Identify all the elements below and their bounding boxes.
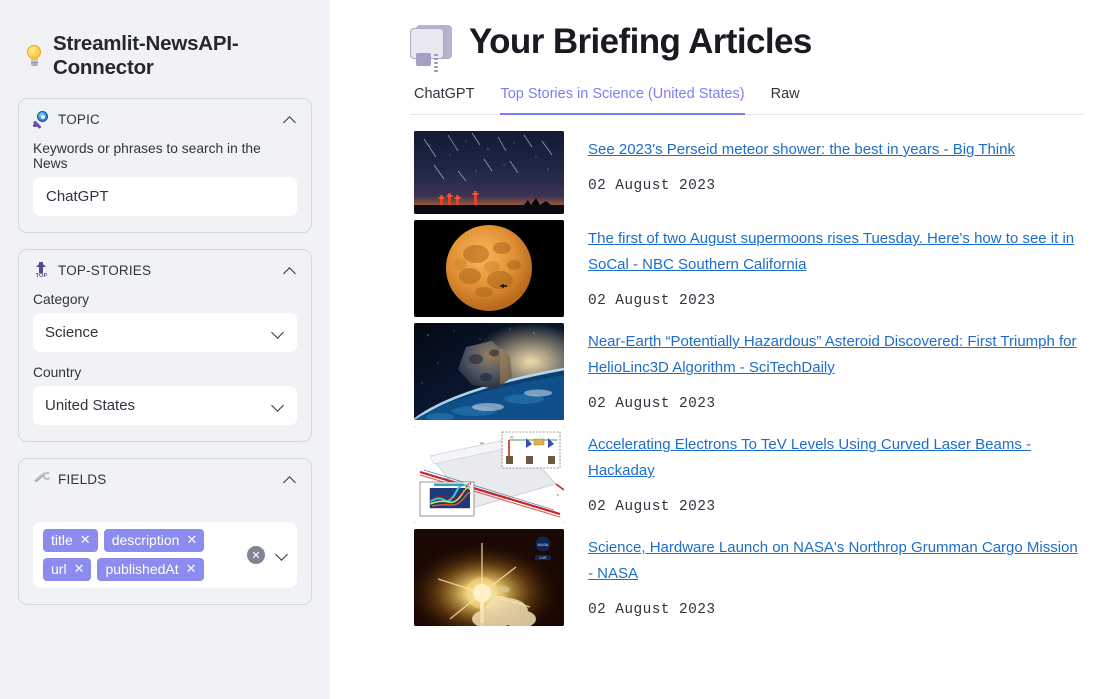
panel-top-stories: TOP TOP-STORIES Category Science Country… <box>18 249 312 442</box>
main-content: Your Briefing Articles ChatGPT Top Stori… <box>330 0 1104 699</box>
article-date: 02 August 2023 <box>588 396 716 412</box>
article-title-link[interactable]: Near-Earth “Potentially Hazardous” Aster… <box>588 333 1077 376</box>
article-body: Accelerating Electrons To TeV Levels Usi… <box>588 426 1084 523</box>
panel-fields: FIELDS title ✕ description ✕ url ✕ publi… <box>18 458 312 605</box>
chip-label: publishedAt <box>105 561 179 577</box>
country-select-value: United States <box>45 397 136 414</box>
svg-text:(a): (a) <box>480 441 484 445</box>
article-body: The first of two August supermoons rises… <box>588 220 1084 317</box>
topic-field-label: Keywords or phrases to search in the New… <box>33 141 261 171</box>
fields-multiselect[interactable]: title ✕ description ✕ url ✕ publishedAt … <box>33 522 297 588</box>
key-icon <box>32 111 50 129</box>
chip-publishedat[interactable]: publishedAt ✕ <box>97 558 204 581</box>
article-thumbnail-meteor-shower[interactable] <box>414 131 564 214</box>
article-title-link[interactable]: Science, Hardware Launch on NASA's North… <box>588 539 1078 582</box>
article-date: 02 August 2023 <box>588 602 716 618</box>
chip-url[interactable]: url ✕ <box>43 558 92 581</box>
article-thumbnail-rocket-launch[interactable]: NASA LIVE <box>414 529 564 626</box>
topic-search-input[interactable] <box>33 177 297 216</box>
clear-all-icon[interactable]: ✕ <box>247 546 265 564</box>
article-body: Near-Earth “Potentially Hazardous” Aster… <box>588 323 1084 420</box>
page-title: Your Briefing Articles <box>469 22 812 61</box>
tab-top-stories[interactable]: Top Stories in Science (United States) <box>500 84 745 115</box>
light-bulb-icon <box>24 45 44 67</box>
svg-text:(b): (b) <box>444 477 448 481</box>
category-select-value: Science <box>45 324 99 341</box>
chip-title[interactable]: title ✕ <box>43 529 98 552</box>
article-row: NASA LIVE Science, Hardware Launch on NA… <box>410 529 1084 626</box>
chip-remove-icon[interactable]: ✕ <box>74 560 85 578</box>
article-thumbnail-laser-diagram[interactable]: (a) (b) (c) e <box>414 426 564 523</box>
chevron-up-icon[interactable] <box>284 473 297 486</box>
panel-topic-header[interactable]: TOPIC <box>32 111 297 129</box>
svg-text:NASA: NASA <box>538 542 549 547</box>
panel-top-stories-header[interactable]: TOP TOP-STORIES <box>33 261 297 279</box>
tab-raw[interactable]: Raw <box>771 84 800 115</box>
wrench-icon <box>33 470 51 488</box>
panel-topic: TOPIC Keywords or phrases to search in t… <box>18 98 312 233</box>
article-row: Near-Earth “Potentially Hazardous” Aster… <box>410 323 1084 420</box>
article-row: (a) (b) (c) e Accelerating Electrons To Te… <box>410 426 1084 523</box>
top-arrow-icon: TOP <box>33 261 50 279</box>
svg-text:LIVE: LIVE <box>540 556 547 560</box>
svg-text:(c): (c) <box>510 435 514 439</box>
chip-remove-icon[interactable]: ✕ <box>186 531 197 549</box>
chip-label: title <box>51 532 73 548</box>
category-select[interactable]: Science <box>33 313 297 352</box>
article-date: 02 August 2023 <box>588 499 716 515</box>
article-thumbnail-asteroid[interactable] <box>414 323 564 420</box>
category-label: Category <box>33 292 89 307</box>
page-title-row: Your Briefing Articles <box>410 22 1084 72</box>
svg-text:e: e <box>557 492 559 497</box>
app-title-text: Streamlit-NewsAPI-Connector <box>53 32 239 79</box>
panel-top-stories-title: TOP-STORIES <box>58 263 152 278</box>
article-body: See 2023's Perseid meteor shower: the be… <box>588 131 1084 214</box>
fields-chip-list: title ✕ description ✕ url ✕ publishedAt … <box>43 529 241 581</box>
chip-label: url <box>51 561 67 577</box>
article-title-link[interactable]: Accelerating Electrons To TeV Levels Usi… <box>588 436 1031 479</box>
country-select[interactable]: United States <box>33 386 297 425</box>
article-date: 02 August 2023 <box>588 293 716 309</box>
newspaper-icon <box>410 23 452 72</box>
panel-fields-title: FIELDS <box>58 472 107 487</box>
chevron-down-icon[interactable] <box>271 399 285 413</box>
chevron-up-icon[interactable] <box>284 113 297 126</box>
country-label: Country <box>33 365 82 380</box>
chip-description[interactable]: description ✕ <box>103 529 205 552</box>
article-body: Science, Hardware Launch on NASA's North… <box>588 529 1084 626</box>
article-thumbnail-supermoon[interactable] <box>414 220 564 317</box>
app-root: Streamlit-NewsAPI-Connector TOPIC Keywor… <box>0 0 1104 699</box>
chip-label: description <box>111 532 180 548</box>
tab-bar: ChatGPT Top Stories in Science (United S… <box>410 84 1084 115</box>
article-title-link[interactable]: See 2023's Perseid meteor shower: the be… <box>588 141 1015 158</box>
tab-chatgpt[interactable]: ChatGPT <box>414 84 474 115</box>
article-row: The first of two August supermoons rises… <box>410 220 1084 317</box>
article-row: See 2023's Perseid meteor shower: the be… <box>410 131 1084 214</box>
app-title: Streamlit-NewsAPI-Connector <box>24 32 312 80</box>
panel-fields-header[interactable]: FIELDS <box>33 470 297 488</box>
chevron-down-icon[interactable] <box>275 548 289 562</box>
article-date: 02 August 2023 <box>588 178 716 194</box>
chevron-up-icon[interactable] <box>284 264 297 277</box>
chevron-down-icon[interactable] <box>271 326 285 340</box>
sidebar: Streamlit-NewsAPI-Connector TOPIC Keywor… <box>0 0 330 699</box>
article-title-link[interactable]: The first of two August supermoons rises… <box>588 230 1074 273</box>
chip-remove-icon[interactable]: ✕ <box>80 531 91 549</box>
chip-remove-icon[interactable]: ✕ <box>186 560 197 578</box>
panel-topic-title: TOPIC <box>58 112 101 127</box>
